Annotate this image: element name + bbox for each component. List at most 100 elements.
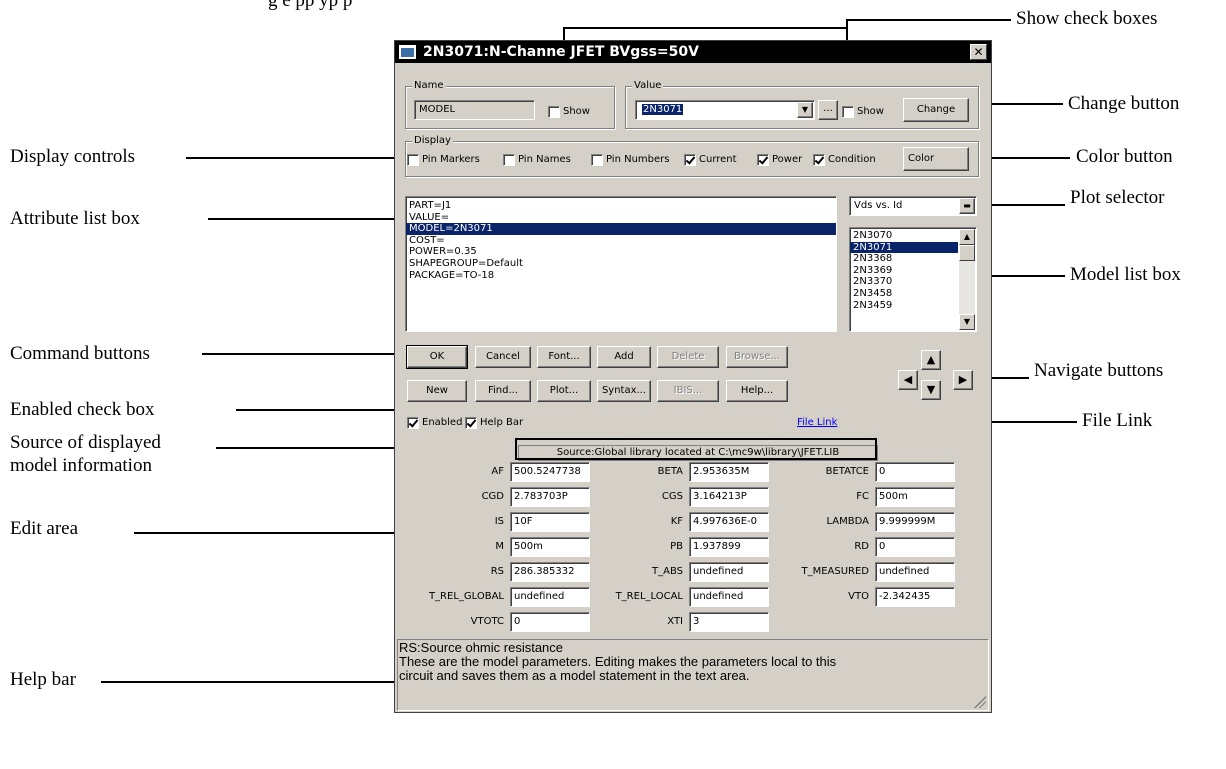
param-field[interactable]: 286.385332 <box>510 562 590 582</box>
model-list-item[interactable]: 2N3459 <box>850 300 958 312</box>
display-group-label: Display <box>412 135 453 147</box>
help-bar-box[interactable] <box>465 416 477 429</box>
param-field[interactable]: 500m <box>875 487 955 507</box>
color-button[interactable]: Color <box>903 147 969 171</box>
param-field[interactable]: 9.999999M <box>875 512 955 532</box>
param-field[interactable]: undefined <box>689 587 769 607</box>
enabled-box[interactable] <box>407 416 419 429</box>
param-field[interactable]: 500m <box>510 537 590 557</box>
help-button[interactable]: Help... <box>726 380 788 402</box>
leader-show-checkboxes-h <box>846 19 1011 21</box>
plot-selector[interactable]: Vds vs. Id ▬ <box>849 196 977 216</box>
display-checkbox-pin-names[interactable]: Pin Names <box>503 153 571 166</box>
plot-button[interactable]: Plot... <box>537 380 591 402</box>
display-checkbox-current[interactable]: Current <box>684 153 737 166</box>
cancel-button[interactable]: Cancel <box>475 346 531 368</box>
value-show-checkbox[interactable]: Show <box>842 105 884 118</box>
value-combobox[interactable]: 2N3071 ▼ <box>635 100 815 120</box>
param-field[interactable]: undefined <box>875 562 955 582</box>
leader-show-checkboxes-bar <box>563 27 847 29</box>
checkbox-box[interactable] <box>684 153 696 166</box>
attribute-list-item[interactable]: COST= <box>406 235 836 247</box>
model-list-scrollbar[interactable]: ▲ ▼ <box>959 229 975 330</box>
checkbox-box[interactable] <box>813 153 825 166</box>
model-list-item[interactable]: 2N3370 <box>850 276 958 288</box>
name-field[interactable]: MODEL <box>414 100 535 120</box>
window-icon <box>399 45 416 59</box>
title-bar[interactable]: 2N3071:N-Channe JFET BVgss=50V ✕ <box>395 41 991 63</box>
model-list-item[interactable]: 2N3070 <box>850 230 958 242</box>
param-field[interactable]: 0 <box>875 537 955 557</box>
model-list-item[interactable]: 2N3071 <box>850 241 958 254</box>
ibis-button[interactable]: IBIS... <box>657 380 719 402</box>
navigate-right-button[interactable]: ▶ <box>953 370 973 390</box>
attribute-list-item[interactable]: MODEL=2N3071 <box>406 223 836 235</box>
ok-button[interactable]: OK <box>406 345 468 369</box>
param-field[interactable]: 10F <box>510 512 590 532</box>
model-list-item[interactable]: 2N3369 <box>850 265 958 277</box>
param-field[interactable]: undefined <box>510 587 590 607</box>
attribute-list-item[interactable]: POWER=0.35 <box>406 246 836 258</box>
plot-selector-value: Vds vs. Id <box>854 200 903 211</box>
callout-change-button: Change button <box>1068 93 1180 114</box>
checkbox-box[interactable] <box>503 153 515 166</box>
name-show-box[interactable] <box>548 105 560 118</box>
attribute-list-item[interactable]: SHAPEGROUP=Default <box>406 258 836 270</box>
checkbox-box[interactable] <box>757 153 769 166</box>
param-field[interactable]: 0 <box>510 612 590 632</box>
display-checkbox-power[interactable]: Power <box>757 153 802 166</box>
change-button[interactable]: Change <box>903 98 969 122</box>
checkbox-box[interactable] <box>407 153 419 166</box>
navigate-left-button[interactable]: ◀ <box>898 370 918 390</box>
resize-grip-icon[interactable] <box>974 696 986 708</box>
navigate-down-button[interactable]: ▼ <box>921 380 941 400</box>
param-field[interactable]: 500.5247738 <box>510 462 590 482</box>
help-bar-checkbox[interactable]: Help Bar <box>465 416 523 429</box>
font-button[interactable]: Font... <box>537 346 591 368</box>
param-field[interactable]: undefined <box>689 562 769 582</box>
attribute-list-item[interactable]: VALUE= <box>406 212 836 224</box>
attribute-list-box[interactable]: PART=J1 VALUE= MODEL=2N3071 COST= POWER=0.35… <box>405 196 837 332</box>
find-button[interactable]: Find... <box>475 380 531 402</box>
model-list-box[interactable]: 2N3070 2N3071 2N3368 2N3369 2N3370 2N3458 2N34… <box>849 227 977 332</box>
value-dropdown-button[interactable]: ▼ <box>797 102 813 118</box>
param-field[interactable]: -2.342435 <box>875 587 955 607</box>
param-field[interactable]: 3.164213P <box>689 487 769 507</box>
delete-button[interactable]: Delete <box>657 346 719 368</box>
scroll-down-icon[interactable]: ▼ <box>959 314 975 330</box>
value-show-box[interactable] <box>842 105 854 118</box>
browse-button[interactable]: Browse... <box>726 346 788 368</box>
syntax-button[interactable]: Syntax... <box>597 380 651 402</box>
callout-help-bar: Help bar <box>10 669 76 690</box>
leader-display-controls <box>186 157 401 159</box>
top-caption-fragment: g e pp yp p <box>268 0 353 11</box>
file-link[interactable]: File Link <box>797 417 837 428</box>
callout-color-button: Color button <box>1076 146 1173 167</box>
param-field[interactable]: 3 <box>689 612 769 632</box>
new-button[interactable]: New <box>407 380 467 402</box>
param-field[interactable]: 4.997636E-0 <box>689 512 769 532</box>
display-checkbox-pin-numbers[interactable]: Pin Numbers <box>591 153 670 166</box>
param-field[interactable]: 0 <box>875 462 955 482</box>
name-show-checkbox[interactable]: Show <box>548 105 590 118</box>
display-checkbox-condition[interactable]: Condition <box>813 153 876 166</box>
attribute-list-item[interactable]: PART=J1 <box>406 200 836 212</box>
scroll-up-icon[interactable]: ▲ <box>959 229 975 245</box>
display-checkbox-pin-markers[interactable]: Pin Markers <box>407 153 480 166</box>
help-bar: RS:Source ohmic resistance These are the … <box>397 639 989 711</box>
model-list-item[interactable]: 2N3368 <box>850 253 958 265</box>
param-field[interactable]: 2.783703P <box>510 487 590 507</box>
model-list-item[interactable]: 2N3458 <box>850 288 958 300</box>
navigate-up-button[interactable]: ▲ <box>921 350 941 370</box>
param-label: M <box>495 541 504 552</box>
checkbox-box[interactable] <box>591 153 603 166</box>
scroll-thumb[interactable] <box>959 245 975 261</box>
param-field[interactable]: 1.937899 <box>689 537 769 557</box>
attribute-list-item[interactable]: PACKAGE=TO-18 <box>406 270 836 282</box>
value-browse-button[interactable]: ... <box>818 100 838 120</box>
close-button[interactable]: ✕ <box>970 44 987 60</box>
add-button[interactable]: Add <box>597 346 651 368</box>
param-field[interactable]: 2.953635M <box>689 462 769 482</box>
enabled-checkbox[interactable]: Enabled <box>407 416 462 429</box>
plot-selector-dropdown-button[interactable]: ▬ <box>959 198 975 214</box>
